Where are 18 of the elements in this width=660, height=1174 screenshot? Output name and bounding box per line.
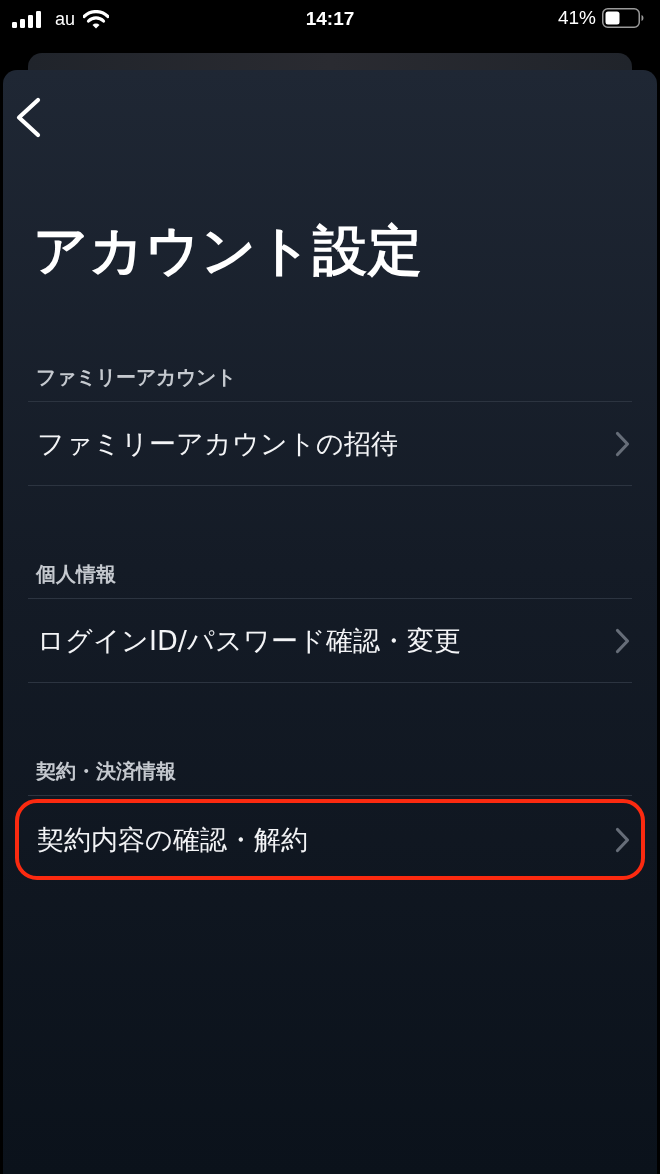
back-button[interactable] [15,97,41,138]
status-time: 14:17 [305,7,355,29]
settings-row[interactable]: ログインID/パスワード確認・変更 [28,599,632,682]
section-header: 個人情報 [35,562,116,586]
battery-percent: 41% [557,8,596,28]
settings-row[interactable]: 契約内容の確認・解約 [15,799,645,880]
back-icon [15,97,41,138]
chevron-right-icon [615,826,630,853]
chevron-right-icon [615,627,630,654]
settings-row[interactable]: ファミリーアカウントの招待 [28,402,632,485]
carrier-name: au [55,9,76,29]
wifi-icon [83,9,110,29]
battery-icon [602,8,644,28]
chevron-right-icon [615,430,630,457]
page-title: アカウント設定 [33,221,424,281]
section-header: 契約・決済情報 [35,759,176,783]
signal-icon [12,10,42,28]
section-header: ファミリーアカウント [35,365,236,389]
